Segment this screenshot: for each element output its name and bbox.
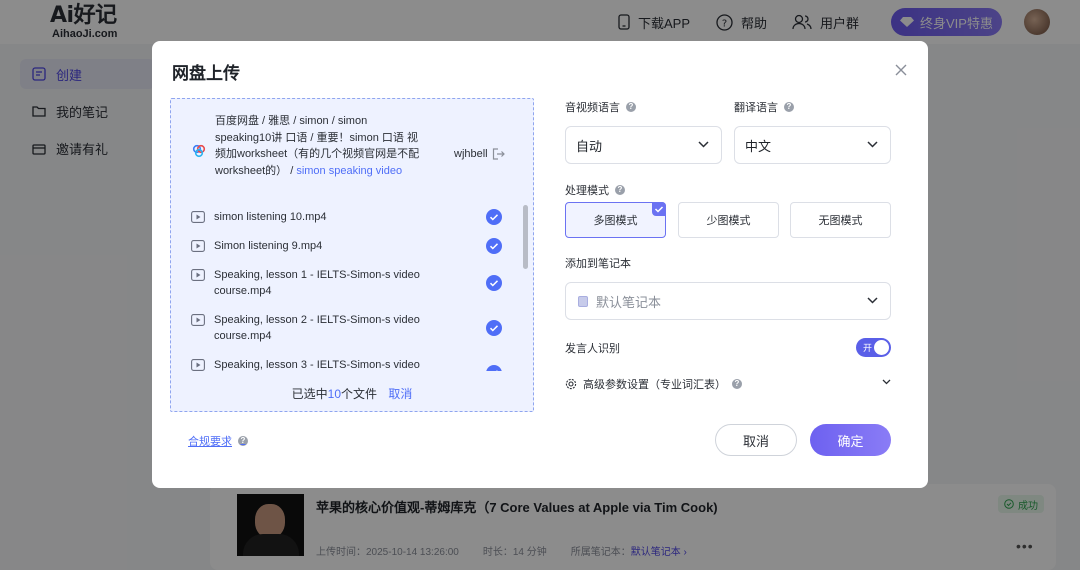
chevron-down-icon	[698, 141, 709, 148]
mode-option-label: 少图模式	[706, 215, 751, 227]
file-browser-panel: 百度网盘 / 雅思 / simon / simon speaking10讲 口语…	[170, 98, 534, 412]
help-icon[interactable]: ?	[615, 185, 625, 195]
chevron-down-icon	[882, 379, 891, 385]
notebook-label: 添加到笔记本	[565, 255, 631, 271]
breadcrumb: 百度网盘 / 雅思 / simon / simon speaking10讲 口语…	[191, 113, 521, 195]
checked-icon[interactable]	[486, 365, 502, 371]
file-name: simon listening 10.mp4	[214, 211, 327, 223]
selected-count: 10	[327, 387, 341, 401]
speaker-label: 发言人识别	[565, 340, 620, 356]
chevron-down-icon	[867, 141, 878, 148]
notebook-value: 默认笔记本	[596, 294, 662, 310]
gear-icon	[565, 378, 577, 390]
mode-option-label: 无图模式	[818, 215, 863, 227]
checked-icon[interactable]	[486, 275, 502, 291]
mode-label-text: 处理模式	[565, 185, 609, 197]
video-file-icon	[191, 211, 205, 223]
help-icon[interactable]: ?	[626, 102, 636, 112]
checked-icon[interactable]	[486, 320, 502, 336]
mode-option-label: 多图模式	[593, 215, 638, 227]
breadcrumb-current: simon speaking video	[296, 164, 403, 177]
translate-language-value: 中文	[745, 138, 772, 154]
translate-language-select[interactable]: 中文	[734, 126, 891, 164]
translate-language-label: 翻译语言 ?	[734, 99, 794, 115]
speaker-label-text: 发言人识别	[565, 343, 620, 355]
checked-icon[interactable]	[486, 238, 502, 254]
video-file-icon	[191, 314, 205, 326]
checked-icon[interactable]	[486, 209, 502, 225]
audio-language-label-text: 音视频语言	[565, 102, 620, 114]
account-name: wjhbell	[454, 148, 488, 160]
close-icon[interactable]	[894, 63, 908, 77]
video-file-icon	[191, 359, 205, 371]
audio-language-value: 自动	[576, 138, 603, 154]
baidu-cloud-icon	[192, 144, 206, 158]
file-name: Speaking, lesson 2 - IELTS-Simon-s video…	[214, 314, 420, 342]
chevron-down-icon	[867, 297, 878, 304]
compliance-label: 合规要求	[188, 436, 232, 448]
dialog-title: 网盘上传	[172, 64, 240, 83]
mode-option-multi-image[interactable]: 多图模式	[565, 202, 666, 238]
notebook-label-text: 添加到笔记本	[565, 258, 631, 270]
cloud-upload-dialog: 网盘上传 百度网盘 / 雅思 / simon / simon speaking1…	[152, 41, 928, 488]
advanced-settings[interactable]: 高级参数设置（专业词汇表） ?	[565, 375, 891, 393]
help-icon[interactable]: ?	[732, 379, 742, 389]
file-list-scrollbar[interactable]	[523, 205, 528, 269]
notebook-select[interactable]: 默认笔记本	[565, 282, 891, 320]
account-tag: wjhbell	[454, 148, 505, 160]
selection-summary: 已选中10个文件 取消	[171, 385, 533, 402]
advanced-settings-label: 高级参数设置（专业词汇表）	[583, 379, 726, 391]
audio-language-label: 音视频语言 ?	[565, 99, 636, 115]
logout-icon[interactable]	[492, 148, 505, 160]
video-file-icon	[191, 269, 205, 281]
selected-suffix: 个文件	[341, 387, 378, 401]
mode-option-few-image[interactable]: 少图模式	[678, 202, 779, 238]
speaker-toggle[interactable]: 开	[856, 338, 891, 357]
mode-option-no-image[interactable]: 无图模式	[790, 202, 891, 238]
toggle-knob	[874, 340, 889, 355]
confirm-button[interactable]: 确定	[810, 424, 891, 456]
audio-language-select[interactable]: 自动	[565, 126, 722, 164]
cancel-button[interactable]: 取消	[715, 424, 797, 456]
deselect-link[interactable]: 取消	[388, 387, 412, 401]
help-icon[interactable]: ?	[238, 436, 248, 446]
selected-check-icon	[652, 202, 666, 216]
compliance-link[interactable]: 合规要求 ?	[188, 433, 248, 449]
selected-prefix: 已选中	[291, 387, 328, 401]
file-name: Speaking, lesson 1 - IELTS-Simon-s video…	[214, 269, 420, 297]
video-file-icon	[191, 240, 205, 252]
notebook-icon	[578, 295, 588, 307]
file-list: simon listening 10.mp4 Simon listening 9…	[171, 199, 533, 371]
toggle-text: 开	[863, 343, 873, 353]
file-name: Simon listening 9.mp4	[214, 240, 323, 252]
translate-language-label-text: 翻译语言	[734, 102, 778, 114]
help-icon[interactable]: ?	[784, 102, 794, 112]
file-name: Speaking, lesson 3 - IELTS-Simon-s video	[214, 359, 420, 371]
breadcrumb-path: 百度网盘 / 雅思 / simon / simon speaking10讲 口语…	[215, 113, 425, 179]
mode-label: 处理模式 ?	[565, 182, 625, 198]
